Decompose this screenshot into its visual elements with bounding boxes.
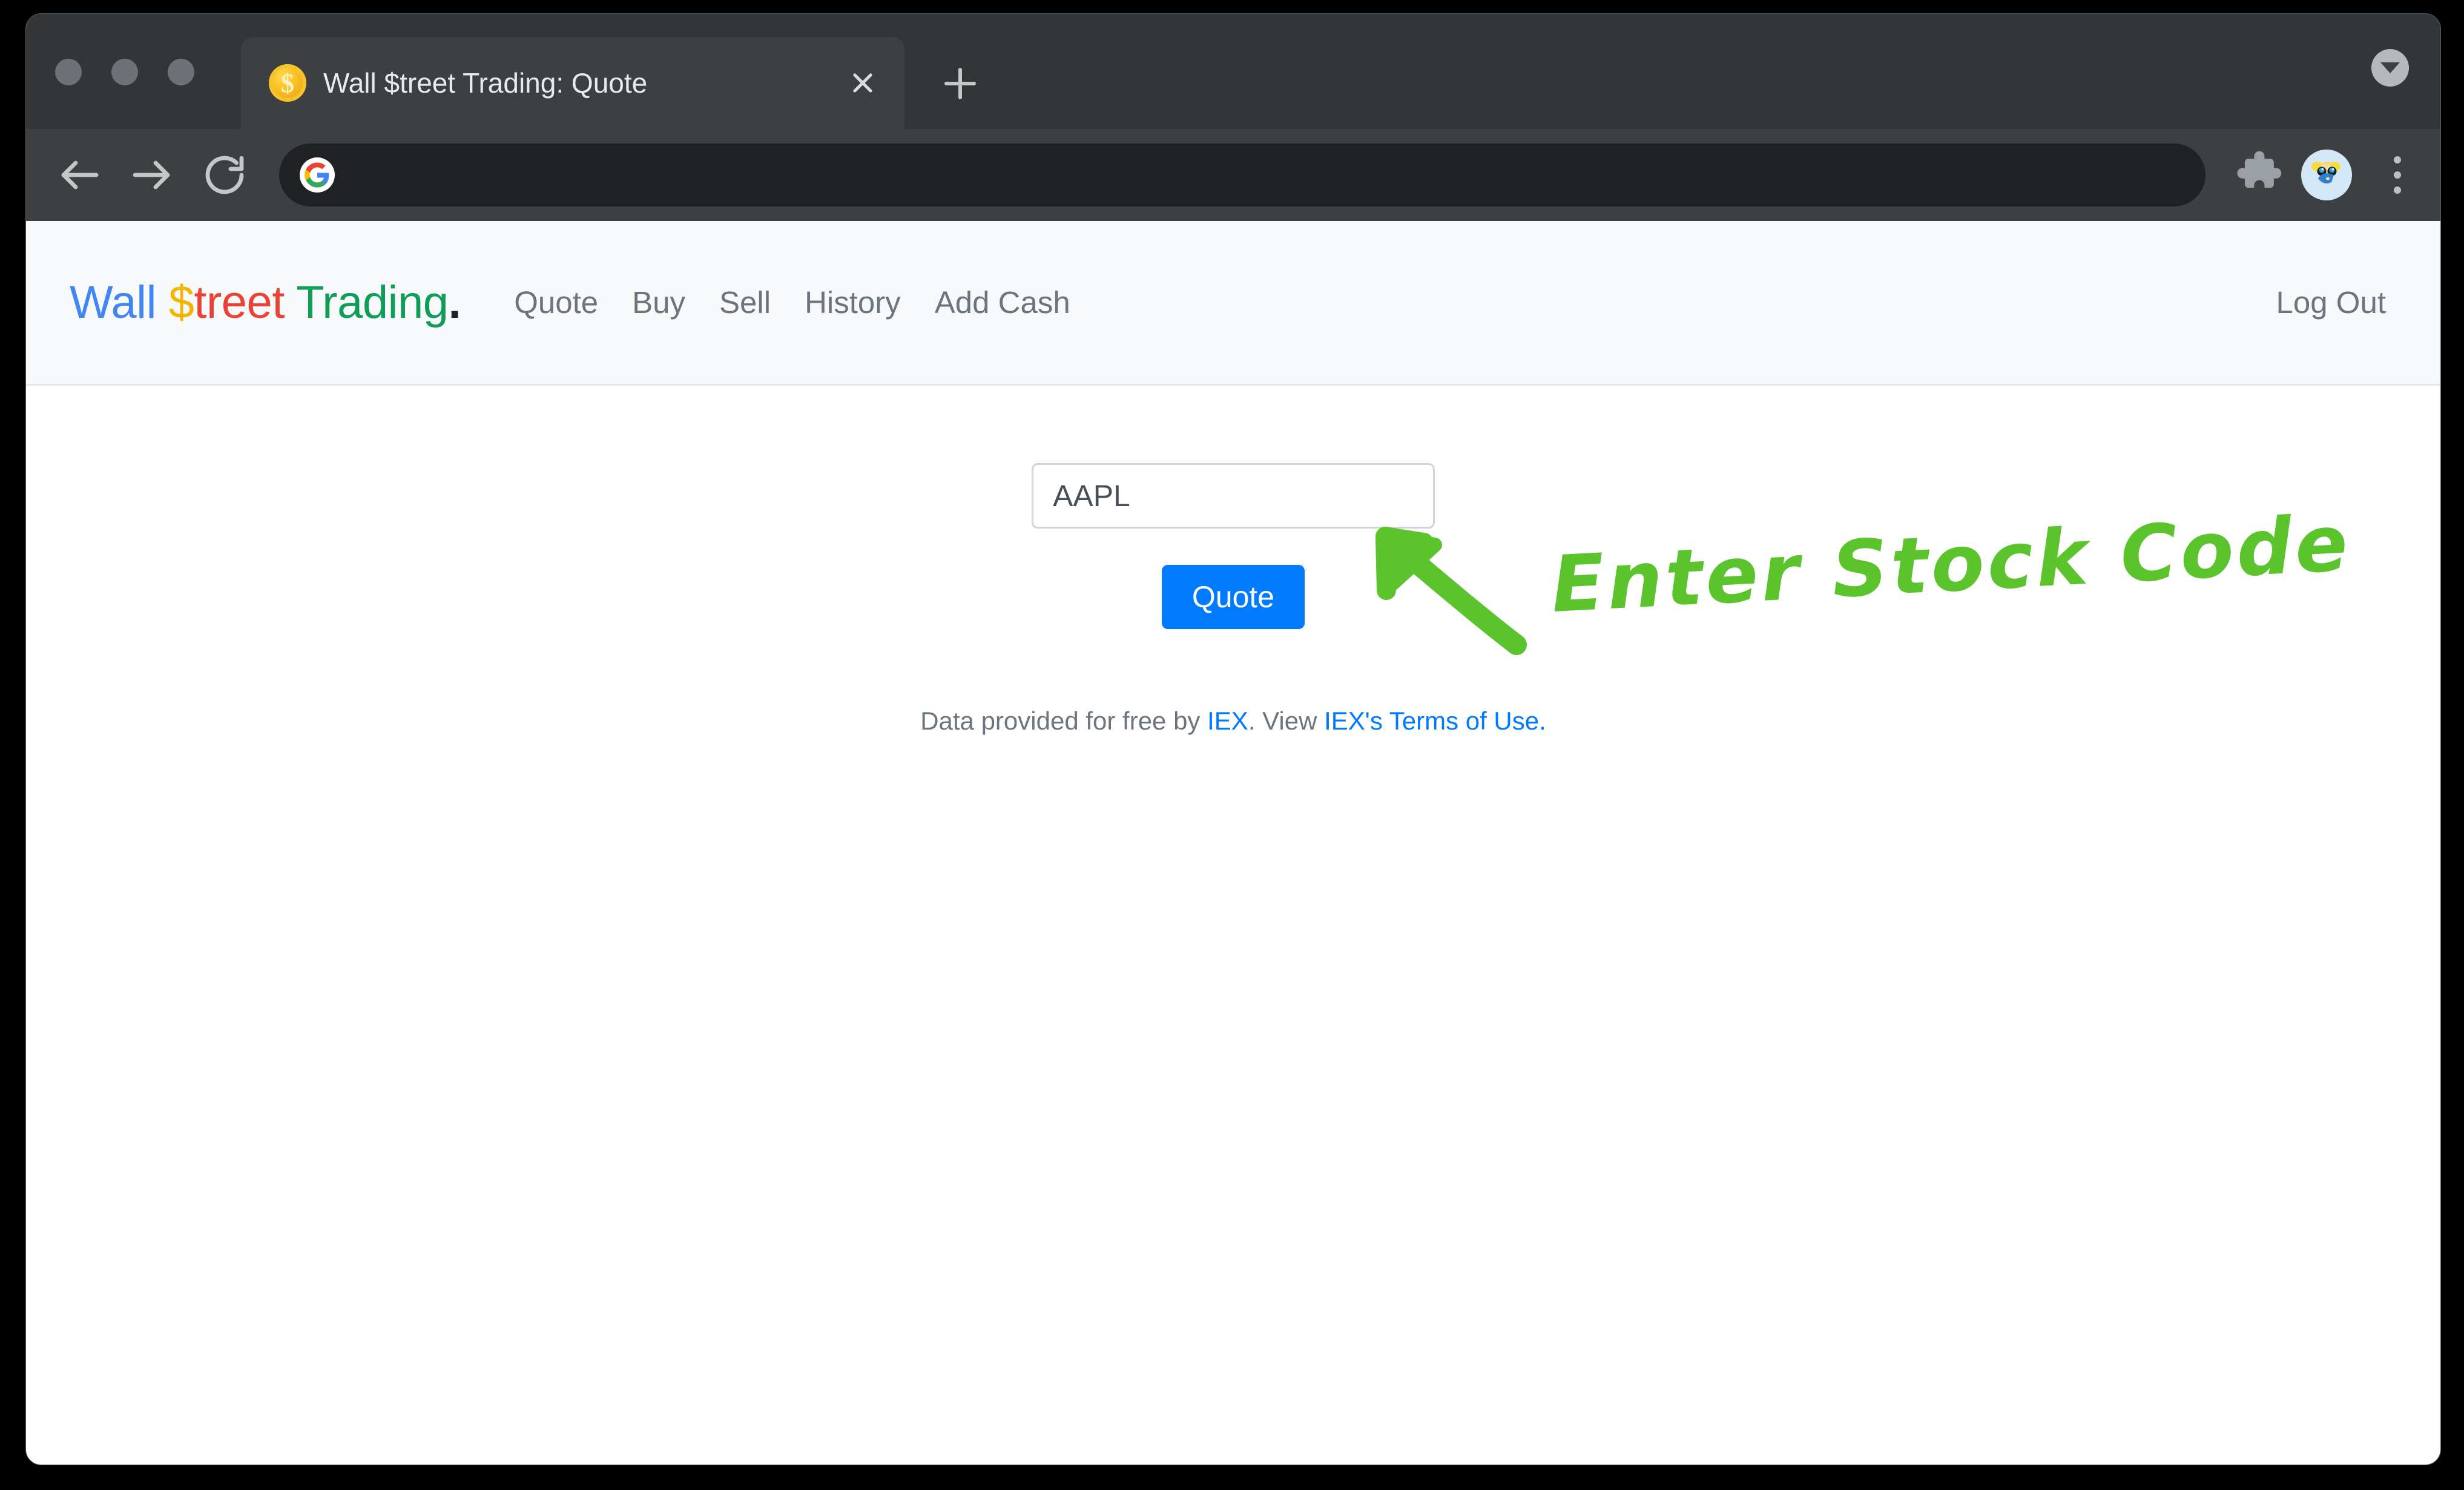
dollar-coin-favicon xyxy=(269,64,306,102)
window-traffic-lights[interactable] xyxy=(55,59,194,85)
kebab-dot xyxy=(2394,156,2401,163)
address-bar[interactable] xyxy=(279,143,2205,206)
close-icon[interactable] xyxy=(837,57,889,109)
brand-part-dollar: $ xyxy=(168,277,194,328)
footer-text-before: Data provided for free by xyxy=(920,707,1208,735)
window-maximize-button[interactable] xyxy=(168,59,194,85)
google-g-icon xyxy=(300,157,335,193)
nav-link-buy[interactable]: Buy xyxy=(632,285,685,320)
profile-avatar[interactable] xyxy=(2301,150,2352,200)
brand-part-period: . xyxy=(448,277,461,328)
desktop-backdrop: Wall $treet Trading: Quote xyxy=(0,0,2464,1490)
iex-link[interactable]: IEX xyxy=(1207,707,1248,735)
back-arrow-icon[interactable] xyxy=(50,146,108,204)
caret-glyph xyxy=(2380,62,2400,73)
page-viewport: Wall $treet Trading. Quote Buy Sell Hist… xyxy=(26,221,2440,1465)
tab-title: Wall $treet Trading: Quote xyxy=(323,67,648,99)
site-navbar: Wall $treet Trading. Quote Buy Sell Hist… xyxy=(26,221,2440,386)
site-brand-logo[interactable]: Wall $treet Trading. xyxy=(70,276,461,329)
symbol-input[interactable] xyxy=(1032,463,1435,529)
chrome-menu-icon[interactable] xyxy=(2376,147,2419,203)
kebab-dot xyxy=(2394,171,2401,179)
iex-terms-link[interactable]: IEX's Terms of Use. xyxy=(1324,707,1546,735)
logout-link[interactable]: Log Out xyxy=(2276,285,2386,320)
window-minimize-button[interactable] xyxy=(111,59,138,85)
iex-attribution-footer: Data provided for free by IEX. View IEX'… xyxy=(920,707,1546,736)
kebab-dot xyxy=(2394,186,2401,194)
window-close-button[interactable] xyxy=(55,59,82,85)
nav-link-history[interactable]: History xyxy=(805,285,901,320)
browser-window: Wall $treet Trading: Quote xyxy=(25,13,2441,1465)
quote-submit-button[interactable]: Quote xyxy=(1161,565,1305,629)
nav-link-quote[interactable]: Quote xyxy=(514,285,598,320)
page-content: Quote Data provided for free by IEX. Vie… xyxy=(26,386,2440,1465)
chevron-down-icon[interactable] xyxy=(2371,49,2409,87)
new-tab-button[interactable] xyxy=(934,58,986,110)
browser-tab-active[interactable]: Wall $treet Trading: Quote xyxy=(241,37,904,129)
forward-arrow-icon[interactable] xyxy=(123,146,181,204)
brand-part-treet: treet xyxy=(194,277,297,328)
nav-link-sell[interactable]: Sell xyxy=(719,285,771,320)
brand-part-wall: Wall xyxy=(70,277,169,328)
quote-form: Quote Data provided for free by IEX. Vie… xyxy=(26,463,2440,736)
nav-link-add-cash[interactable]: Add Cash xyxy=(935,285,1070,320)
browser-toolbar xyxy=(26,129,2440,221)
tab-strip: Wall $treet Trading: Quote xyxy=(26,14,2440,129)
reload-icon[interactable] xyxy=(196,146,254,204)
site-nav-links: Quote Buy Sell History Add Cash xyxy=(514,285,1070,320)
brand-part-trading: Trading xyxy=(296,277,449,328)
extensions-puzzle-icon[interactable] xyxy=(2230,147,2285,203)
footer-text-middle: . View xyxy=(1248,707,1325,735)
